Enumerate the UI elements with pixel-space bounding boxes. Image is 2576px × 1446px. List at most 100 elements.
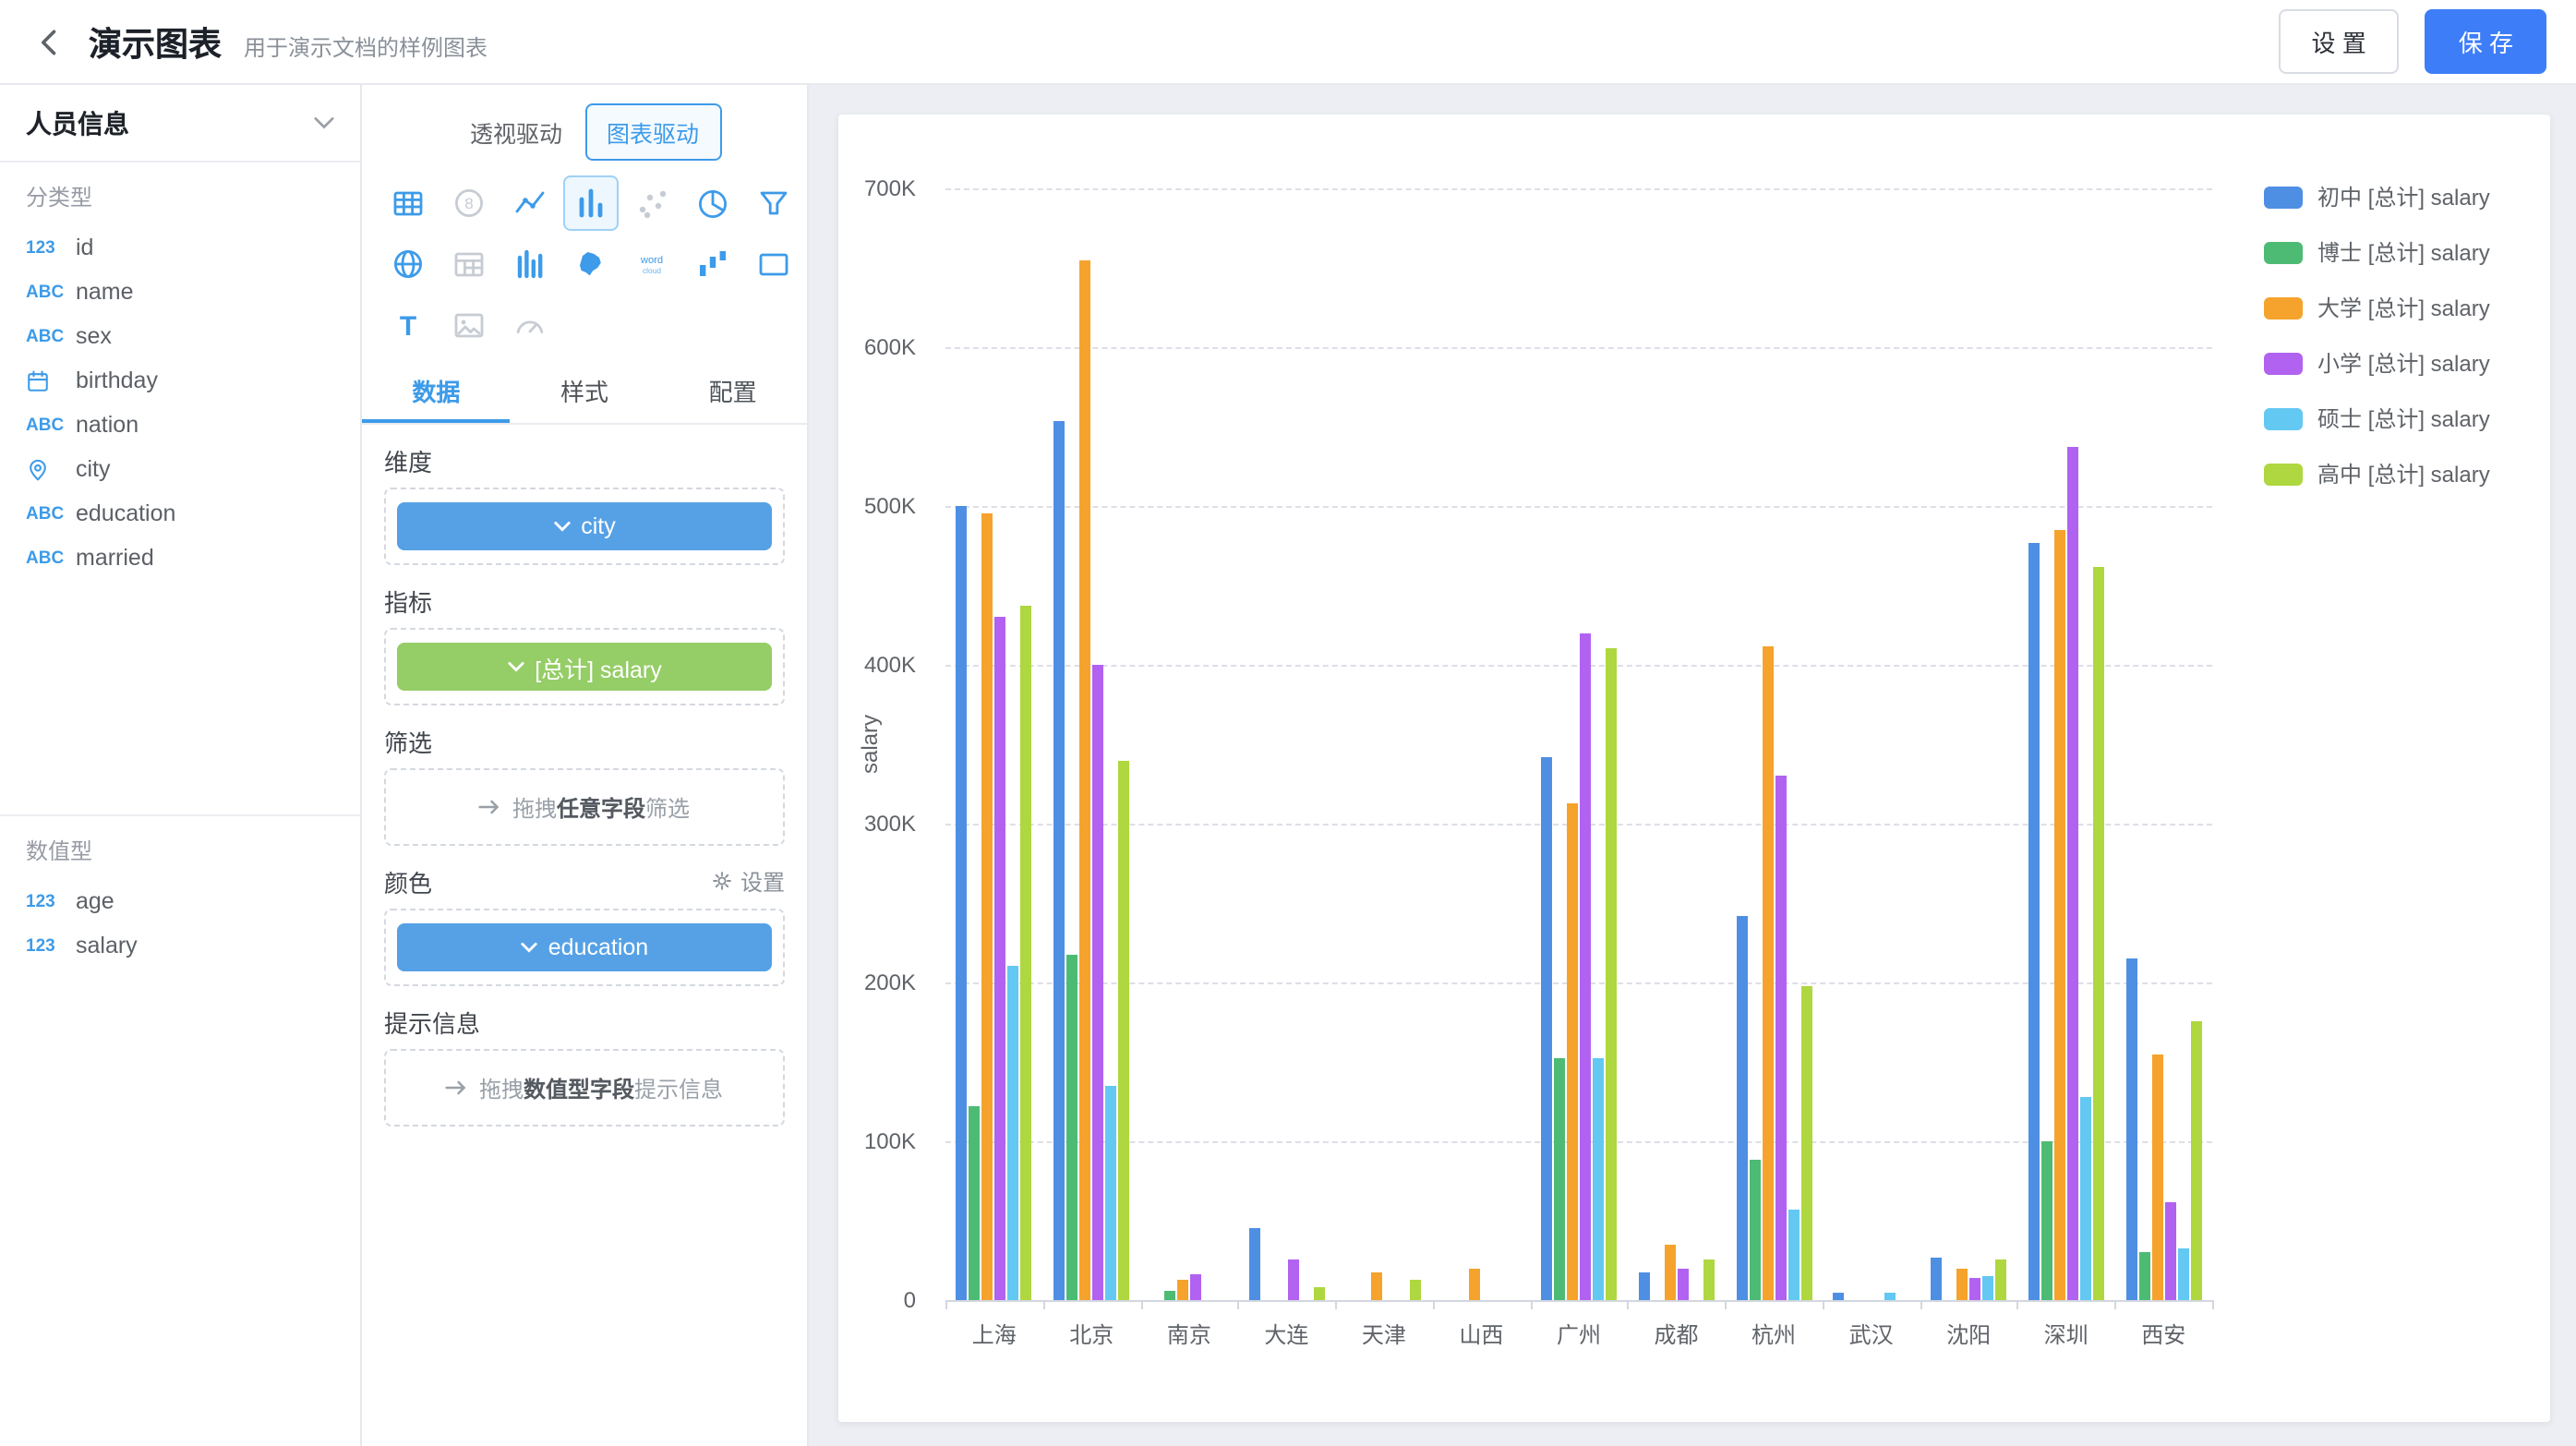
mode-chart-driven[interactable]: 图表驱动 bbox=[584, 103, 721, 161]
legend-item[interactable]: 初中 [总计] salary bbox=[2264, 181, 2490, 212]
field-label: name bbox=[76, 279, 134, 305]
text-icon[interactable]: T bbox=[379, 296, 435, 352]
color-dropzone[interactable]: education bbox=[384, 909, 785, 986]
chevron-down-icon bbox=[507, 661, 524, 672]
field-item-married[interactable]: ABCmarried bbox=[0, 536, 360, 580]
bar bbox=[969, 1106, 981, 1300]
bar bbox=[1008, 966, 1019, 1300]
bar bbox=[1021, 606, 1032, 1300]
map-icon[interactable] bbox=[562, 235, 618, 291]
text-abc-icon: ABC bbox=[26, 282, 76, 302]
bar-chart-icon[interactable] bbox=[562, 175, 618, 230]
bar bbox=[1593, 1058, 1604, 1300]
field-label: salary bbox=[76, 933, 138, 958]
y-tick-label: 300K bbox=[864, 811, 916, 837]
section-title-categorical: 分类型 bbox=[0, 181, 360, 211]
line-chart-icon[interactable] bbox=[501, 175, 557, 230]
filter-dropzone[interactable]: 拖拽任意字段筛选 bbox=[384, 768, 785, 846]
waterfall-icon[interactable] bbox=[684, 235, 740, 291]
tooltip-dropzone[interactable]: 拖拽数值型字段提示信息 bbox=[384, 1049, 785, 1127]
calendar-icon bbox=[26, 368, 76, 392]
table-icon[interactable] bbox=[379, 175, 435, 230]
field-label: id bbox=[76, 235, 93, 260]
field-item-nation[interactable]: ABCnation bbox=[0, 403, 360, 447]
save-button[interactable]: 保 存 bbox=[2426, 9, 2546, 74]
gear-icon bbox=[711, 870, 733, 892]
field-item-salary[interactable]: 123salary bbox=[0, 923, 360, 968]
dimension-dropzone[interactable]: city bbox=[384, 488, 785, 565]
mode-toggle: 透视驱动 图表驱动 bbox=[362, 103, 807, 161]
bar bbox=[995, 617, 1006, 1300]
color-settings-link[interactable]: 设置 bbox=[711, 865, 785, 897]
histogram-icon[interactable] bbox=[501, 235, 557, 291]
tab-config[interactable]: 配置 bbox=[658, 366, 807, 423]
panel-icon[interactable] bbox=[745, 235, 800, 291]
bar bbox=[1788, 1210, 1799, 1300]
bar bbox=[2164, 1202, 2175, 1300]
word-cloud-icon[interactable]: wordcloud bbox=[623, 235, 679, 291]
settings-button[interactable]: 设 置 bbox=[2279, 9, 2400, 74]
dataset-selector[interactable]: 人员信息 bbox=[0, 85, 360, 163]
field-item-city[interactable]: city bbox=[0, 447, 360, 491]
gridline bbox=[945, 1300, 2212, 1302]
legend-item[interactable]: 硕士 [总计] salary bbox=[2264, 403, 2490, 434]
metric-dropzone[interactable]: [总计] salary bbox=[384, 628, 785, 705]
image-icon bbox=[440, 296, 496, 352]
chart-type-grid: 8wordcloudT bbox=[362, 161, 807, 355]
bar bbox=[1762, 646, 1773, 1300]
funnel-icon[interactable] bbox=[745, 175, 800, 230]
bar bbox=[1956, 1269, 1968, 1300]
text-abc-icon: ABC bbox=[26, 548, 76, 568]
x-axis-tick bbox=[1530, 1300, 1532, 1309]
bar-group-成都 bbox=[1639, 1245, 1715, 1300]
y-tick-label: 700K bbox=[864, 175, 916, 201]
legend-label: 高中 [总计] salary bbox=[2317, 458, 2490, 489]
x-axis-label: 深圳 bbox=[2044, 1319, 2088, 1350]
scatter-icon bbox=[623, 175, 679, 230]
field-item-id[interactable]: 123id bbox=[0, 225, 360, 270]
bar bbox=[1190, 1274, 1201, 1300]
legend-swatch bbox=[2264, 296, 2303, 319]
canvas-area: 0100K200K300K400K500K600K700K salary 上海北… bbox=[809, 85, 2576, 1446]
pie-chart-icon[interactable] bbox=[684, 175, 740, 230]
field-item-name[interactable]: ABCname bbox=[0, 270, 360, 314]
bar bbox=[1982, 1276, 1993, 1300]
color-pill[interactable]: education bbox=[397, 923, 772, 971]
legend-item[interactable]: 小学 [总计] salary bbox=[2264, 347, 2490, 379]
x-axis-label: 北京 bbox=[1069, 1319, 1113, 1350]
x-axis-label: 武汉 bbox=[1849, 1319, 1894, 1350]
field-item-education[interactable]: ABCeducation bbox=[0, 491, 360, 536]
bar bbox=[1736, 916, 1747, 1300]
x-axis-label: 上海 bbox=[972, 1319, 1017, 1350]
legend-item[interactable]: 高中 [总计] salary bbox=[2264, 458, 2490, 489]
tab-style[interactable]: 样式 bbox=[511, 366, 659, 423]
dimension-pill[interactable]: city bbox=[397, 502, 772, 550]
tab-data[interactable]: 数据 bbox=[362, 366, 511, 423]
dimension-label: 维度 bbox=[384, 443, 785, 476]
bar bbox=[1580, 633, 1591, 1300]
x-axis-tick bbox=[1725, 1300, 1727, 1309]
radar-icon[interactable] bbox=[379, 235, 435, 291]
bar bbox=[1554, 1058, 1565, 1300]
field-item-sex[interactable]: ABCsex bbox=[0, 314, 360, 358]
bar bbox=[2067, 447, 2078, 1300]
field-item-birthday[interactable]: birthday bbox=[0, 358, 360, 403]
bar-group-北京 bbox=[1053, 260, 1129, 1300]
field-label: birthday bbox=[76, 368, 158, 393]
legend-label: 硕士 [总计] salary bbox=[2317, 403, 2490, 434]
bar bbox=[1469, 1269, 1480, 1300]
field-item-age[interactable]: 123age bbox=[0, 879, 360, 923]
text-abc-icon: ABC bbox=[26, 415, 76, 435]
legend-label: 初中 [总计] salary bbox=[2317, 181, 2490, 212]
location-icon bbox=[26, 457, 76, 481]
metric-pill[interactable]: [总计] salary bbox=[397, 643, 772, 691]
app: 演示图表 用于演示文档的样例图表 设 置 保 存 人员信息 分类型 123idA… bbox=[0, 0, 2576, 1446]
bar bbox=[1800, 986, 1812, 1300]
numeric-123-icon: 123 bbox=[26, 891, 76, 911]
mode-pivot-driven[interactable]: 透视驱动 bbox=[448, 103, 584, 161]
back-button[interactable] bbox=[30, 21, 70, 62]
legend-item[interactable]: 大学 [总计] salary bbox=[2264, 292, 2490, 323]
legend-item[interactable]: 博士 [总计] salary bbox=[2264, 236, 2490, 268]
svg-text:cloud: cloud bbox=[642, 265, 660, 274]
y-tick-label: 600K bbox=[864, 334, 916, 360]
